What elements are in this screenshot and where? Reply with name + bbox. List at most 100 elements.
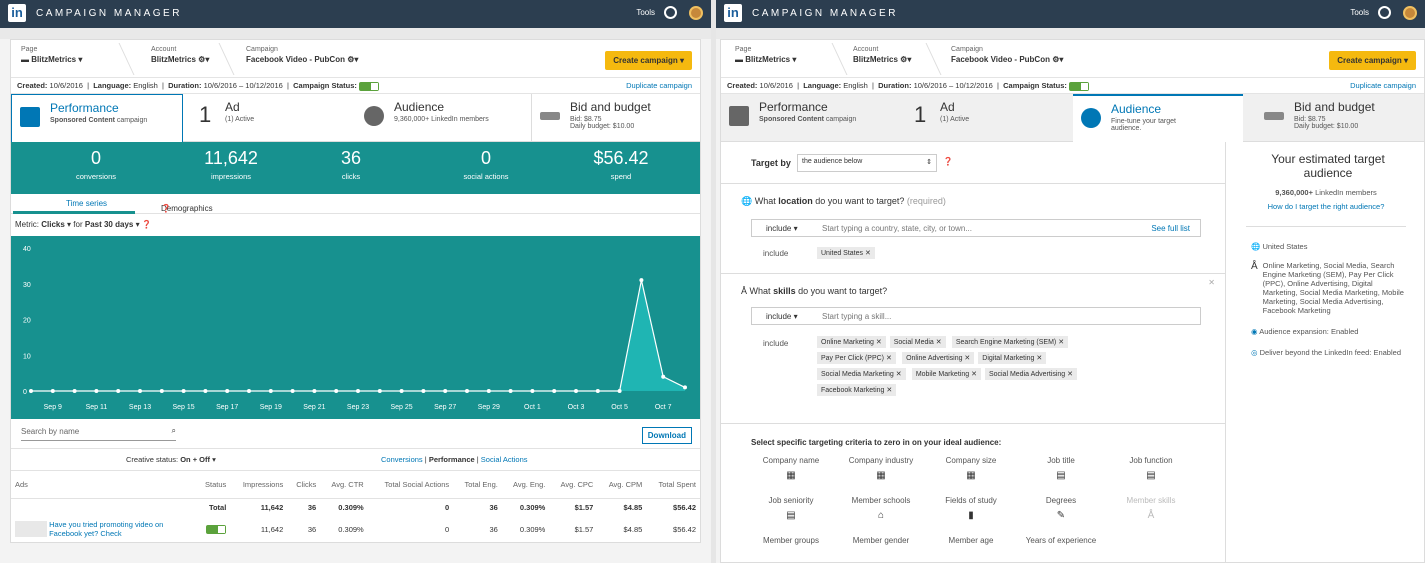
tab-ad[interactable]: 1 Ad (1) Active bbox=[906, 94, 1066, 142]
how-to-target-link[interactable]: How do I target the right audience? bbox=[1236, 202, 1416, 211]
tools-menu[interactable]: Tools bbox=[636, 8, 655, 17]
close-icon[interactable]: ✕ bbox=[1208, 278, 1215, 287]
duplicate-campaign-link[interactable]: Duplicate campaign bbox=[1350, 81, 1416, 90]
clock-icon[interactable] bbox=[1378, 6, 1391, 19]
criteria-member-skills: Member skills Å bbox=[1111, 496, 1191, 521]
breadcrumb-campaign[interactable]: Campaign Facebook Video - PubCon ⚙▾ bbox=[951, 46, 1063, 64]
campaign-tabs: Performance Sponsored Content campaign 1 … bbox=[721, 94, 1424, 142]
breadcrumb-campaign[interactable]: Campaign Facebook Video - PubCon ⚙▾ bbox=[246, 46, 358, 64]
include-dropdown[interactable]: include ▾ bbox=[766, 224, 798, 233]
skill-chip[interactable]: Social Media Marketing ✕ bbox=[817, 368, 906, 380]
campaign-meta: Created: 10/6/2016 | Language: English |… bbox=[721, 78, 1424, 94]
linkedin-logo[interactable]: in bbox=[8, 4, 26, 22]
tab-audience[interactable]: Audience 9,360,000+ LinkedIn members bbox=[356, 94, 531, 142]
metric-selector[interactable]: Metric: Clicks ▾ for Past 30 days ▾ ❓ bbox=[11, 214, 700, 236]
breadcrumb-page[interactable]: Page ▬ BlitzMetrics ▾ bbox=[21, 46, 82, 64]
skill-chip[interactable]: Facebook Marketing ✕ bbox=[817, 384, 897, 396]
skill-chip[interactable]: Pay Per Click (PPC) ✕ bbox=[817, 352, 896, 364]
criteria-degrees[interactable]: Degrees ✎ bbox=[1021, 496, 1101, 521]
ad-status-toggle[interactable] bbox=[206, 524, 227, 534]
help-icon[interactable]: ❓ bbox=[943, 157, 953, 166]
breadcrumb-account[interactable]: Account BlitzMetrics ⚙▾ bbox=[853, 46, 911, 64]
tab-performance[interactable]: Performance Sponsored Content campaign bbox=[11, 94, 183, 142]
criteria-company-name[interactable]: Company name ▦ bbox=[751, 456, 831, 481]
see-full-list-link[interactable]: See full list bbox=[1151, 224, 1190, 233]
criteria-company-size[interactable]: Company size ▦ bbox=[931, 456, 1011, 481]
tab-bid-budget[interactable]: Bid and budget Bid: $8.75 Daily budget: $1… bbox=[531, 94, 701, 142]
data-point bbox=[377, 389, 382, 393]
stat-social-actions: 0 social actions bbox=[463, 148, 509, 181]
criteria-member-groups[interactable]: Member groups bbox=[751, 536, 831, 545]
data-point bbox=[159, 389, 164, 393]
criteria-fields-of-study[interactable]: Fields of study ▮ bbox=[931, 496, 1011, 521]
status-toggle[interactable] bbox=[1068, 81, 1089, 91]
estimate-title: Your estimated target audience bbox=[1271, 152, 1385, 180]
audience-icon bbox=[1081, 108, 1101, 128]
badge-icon: ▤ bbox=[1056, 470, 1066, 481]
skill-chip[interactable]: Digital Marketing ✕ bbox=[978, 352, 1047, 364]
include-dropdown[interactable]: include ▾ bbox=[766, 312, 798, 321]
clock-icon[interactable] bbox=[664, 6, 677, 19]
avatar[interactable] bbox=[1403, 6, 1417, 20]
tab-time-series[interactable]: Time series bbox=[66, 199, 107, 208]
criteria-member-gender[interactable]: Member gender bbox=[841, 536, 921, 545]
tab-ad[interactable]: 1 Ad (1) Active bbox=[191, 94, 351, 142]
x-tick-label: Sep 19 bbox=[260, 404, 282, 411]
criteria-job-function[interactable]: Job function ▤ bbox=[1111, 456, 1191, 481]
breadcrumb-page[interactable]: Page ▬ BlitzMetrics ▾ bbox=[735, 46, 796, 64]
create-campaign-button[interactable]: Create campaign ▾ bbox=[1329, 51, 1416, 70]
criteria-company-industry[interactable]: Company industry ▦ bbox=[841, 456, 921, 481]
performance-view-link[interactable]: Performance bbox=[429, 455, 475, 464]
skill-chip[interactable]: Social Media ✕ bbox=[889, 336, 946, 348]
search-row: Search by name ⌕ Download bbox=[11, 419, 700, 449]
data-point bbox=[486, 389, 491, 393]
data-point bbox=[508, 389, 513, 393]
creative-status-filter[interactable]: Creative status: On + Off ▾ bbox=[126, 455, 216, 464]
tab-performance[interactable]: Performance Sponsored Content campaign bbox=[721, 94, 891, 142]
search-input[interactable]: Search by name ⌕ bbox=[21, 426, 176, 441]
criteria-member-schools[interactable]: Member schools ⌂ bbox=[841, 496, 921, 521]
criteria-job-seniority[interactable]: Job seniority ▤ bbox=[751, 496, 831, 521]
series-area bbox=[31, 280, 685, 391]
create-campaign-button[interactable]: Create campaign ▾ bbox=[605, 51, 692, 70]
social-actions-view-link[interactable]: Social Actions bbox=[481, 455, 528, 464]
location-input[interactable]: include ▾ Start typing a country, state,… bbox=[751, 219, 1201, 237]
avatar[interactable] bbox=[689, 6, 703, 20]
data-point bbox=[203, 389, 208, 393]
x-tick-label: Sep 29 bbox=[478, 404, 500, 411]
tab-bid-budget[interactable]: Bid and budget Bid: $8.75 Daily budget: $1… bbox=[1256, 94, 1425, 142]
conversions-view-link[interactable]: Conversions bbox=[381, 455, 423, 464]
data-point bbox=[465, 389, 469, 393]
tab-audience[interactable]: Audience Fine-tune your target audience. bbox=[1073, 94, 1243, 142]
criteria-member-age[interactable]: Member age bbox=[931, 536, 1011, 545]
x-tick-label: Sep 15 bbox=[173, 404, 195, 411]
status-toggle[interactable] bbox=[358, 81, 379, 91]
skills-icon: Å bbox=[1251, 261, 1258, 272]
tools-menu[interactable]: Tools bbox=[1350, 8, 1369, 17]
deliver-icon: ◎ bbox=[1251, 348, 1258, 357]
skill-chip[interactable]: Online Marketing ✕ bbox=[817, 336, 886, 348]
skill-chip[interactable]: Mobile Marketing ✕ bbox=[911, 368, 981, 380]
audience-icon bbox=[364, 106, 384, 126]
estimate-panel: Your estimated target audience 9,360,000… bbox=[1236, 142, 1416, 357]
download-button[interactable]: Download bbox=[641, 427, 692, 444]
linkedin-logo[interactable]: in bbox=[724, 4, 742, 22]
campaign-tabs: Performance Sponsored Content campaign 1… bbox=[11, 94, 700, 142]
data-point bbox=[138, 389, 142, 393]
budget-icon bbox=[540, 112, 560, 120]
breadcrumb-account[interactable]: Account BlitzMetrics ⚙▾ bbox=[151, 46, 209, 64]
criteria-job-title[interactable]: Job title ▤ bbox=[1021, 456, 1101, 481]
breadcrumb: Page ▬ BlitzMetrics ▾ Account BlitzMetri… bbox=[11, 40, 700, 78]
criteria-years-of-experience[interactable]: Years of experience bbox=[1021, 536, 1101, 545]
criteria-heading: Select specific targeting criteria to ze… bbox=[751, 438, 1002, 447]
budget-icon bbox=[1264, 112, 1284, 120]
location-chip[interactable]: United States ✕ bbox=[817, 247, 875, 259]
duplicate-campaign-link[interactable]: Duplicate campaign bbox=[626, 81, 692, 90]
help-icon: ❓ bbox=[161, 204, 171, 213]
skill-chip[interactable]: Social Media Advertising ✕ bbox=[984, 368, 1078, 380]
skill-chip[interactable]: Online Advertising ✕ bbox=[902, 352, 975, 364]
target-by-select[interactable]: the audience below ⇕ bbox=[797, 154, 937, 172]
skill-chip[interactable]: Search Engine Marketing (SEM) ✕ bbox=[951, 336, 1069, 348]
skills-input[interactable]: include ▾ Start typing a skill... bbox=[751, 307, 1201, 325]
table-row[interactable]: Have you tried promoting video on Facebo… bbox=[11, 516, 700, 542]
